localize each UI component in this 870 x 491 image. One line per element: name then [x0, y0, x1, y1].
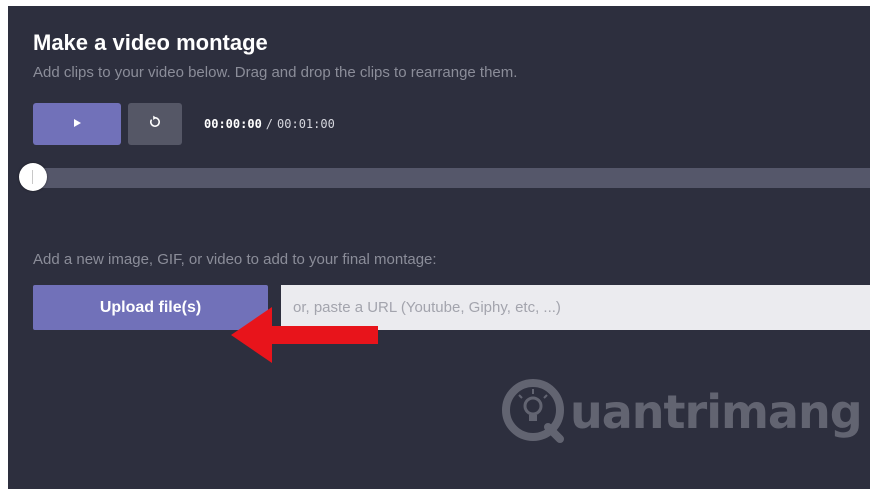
timecode: 00:00:00/00:01:00 — [204, 117, 335, 131]
current-time: 00:00:00 — [204, 117, 262, 131]
replay-icon — [148, 115, 162, 134]
total-time: 00:01:00 — [277, 117, 335, 131]
time-separator: / — [265, 117, 274, 131]
watermark-text: uantrimang — [570, 385, 863, 439]
montage-panel: Make a video montage Add clips to your v… — [8, 6, 870, 489]
page-subtitle: Add clips to your video below. Drag and … — [33, 64, 518, 81]
watermark-logo: uantrimang — [498, 372, 863, 452]
lightbulb-q-icon — [498, 375, 568, 450]
play-button[interactable] — [33, 103, 121, 145]
add-media-label: Add a new image, GIF, or video to add to… — [33, 251, 437, 268]
red-arrow-icon — [231, 307, 378, 363]
timeline-track[interactable] — [32, 168, 870, 188]
timeline-scrubber-handle[interactable] — [19, 163, 47, 191]
play-icon — [72, 115, 82, 133]
page-title: Make a video montage — [33, 30, 268, 55]
replay-button[interactable] — [128, 103, 182, 145]
